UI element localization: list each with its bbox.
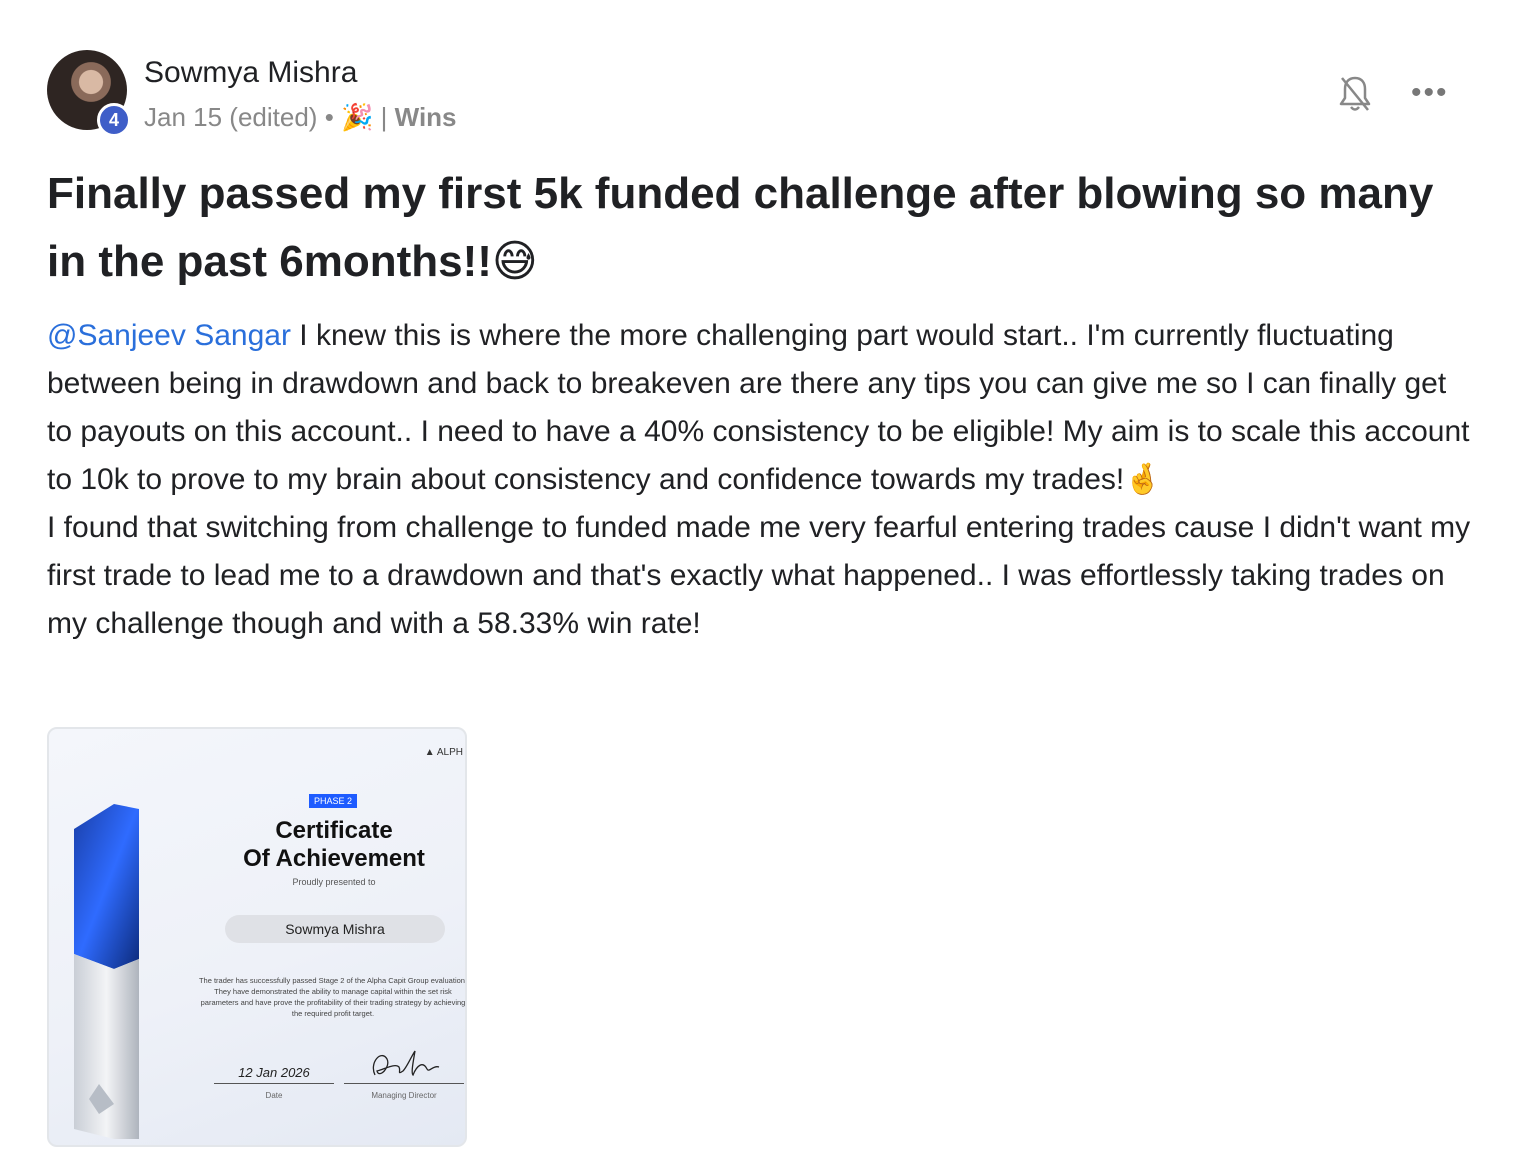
author-avatar[interactable]: 4 [47, 50, 131, 137]
category-divider: | [380, 102, 388, 132]
certificate-title: Certificate Of Achievement [243, 817, 425, 872]
certificate-description: The trader has successfully passed Stage… [198, 976, 467, 1018]
recipient-name: Sowmya Mishra [225, 915, 445, 943]
brand-logo: ▲ ALPH [424, 747, 463, 758]
meta-separator: • [324, 102, 334, 132]
post-date[interactable]: Jan 15 (edited) [144, 102, 317, 132]
bell-off-icon[interactable] [1338, 74, 1372, 114]
more-horizontal-icon[interactable]: ••• [1411, 76, 1447, 109]
post-paragraph-2: I found that switching from challenge to… [47, 511, 1471, 640]
post-body: @Sanjeev Sangar I knew this is where the… [47, 312, 1477, 648]
mention-link[interactable]: @Sanjeev Sangar [47, 319, 291, 352]
trophy-graphic [69, 804, 144, 1139]
level-badge: 4 [97, 103, 131, 137]
date-label: Date [265, 1091, 283, 1100]
director-label: Managing Director [371, 1091, 437, 1100]
presented-text: Proudly presented to [292, 877, 376, 887]
date-line [214, 1083, 334, 1084]
post-title: Finally passed my first 5k funded challe… [47, 169, 1434, 286]
post-meta: Jan 15 (edited) • 🎉 | Wins [144, 102, 457, 133]
category-emoji: 🎉 [341, 102, 374, 132]
phase-badge: PHASE 2 [309, 794, 358, 808]
post-header: 4 Sowmya Mishra Jan 15 (edited) • 🎉 | Wi… [47, 50, 1467, 140]
certificate-date: 12 Jan 2026 [238, 1065, 310, 1080]
author-name[interactable]: Sowmya Mishra [144, 56, 357, 90]
category-link[interactable]: Wins [395, 102, 457, 132]
signature-graphic [367, 1045, 447, 1085]
certificate-image[interactable]: ▲ ALPH PHASE 2 Certificate Of Achievemen… [47, 727, 467, 1147]
